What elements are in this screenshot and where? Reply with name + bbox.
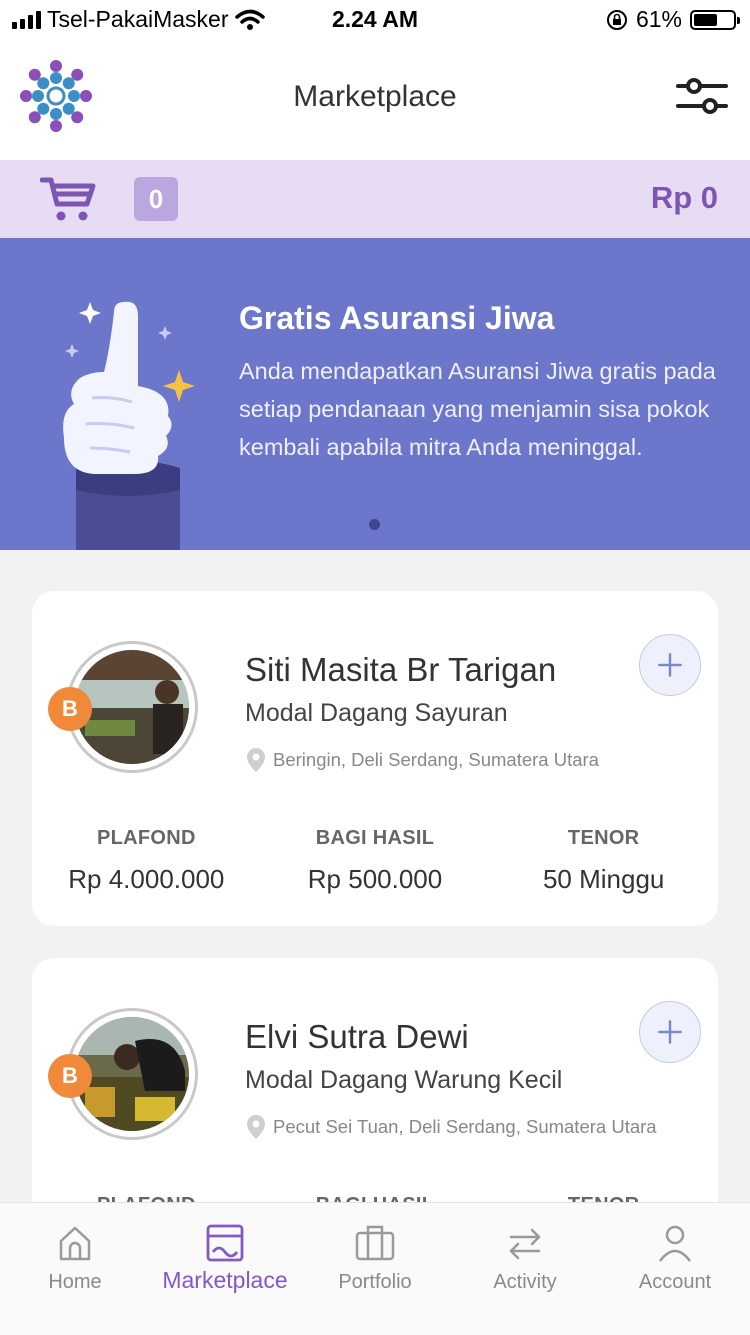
orientation-lock-icon [606, 9, 627, 30]
grade-badge: B [48, 1054, 92, 1098]
add-to-cart-button[interactable] [639, 634, 701, 696]
nav-label: Account [638, 1271, 712, 1293]
stat-value: 50 Minggu [542, 864, 665, 894]
loan-purpose: Modal Dagang Warung Kecil [245, 1066, 563, 1094]
grade-badge: B [48, 687, 92, 731]
nav-label: Activity [493, 1271, 557, 1293]
promo-banner[interactable]: Gratis Asuransi Jiwa Anda mendapatkan As… [0, 238, 750, 550]
cart-bar[interactable]: 0 Rp 0 [0, 160, 750, 238]
location: Beringin, Deli Serdang, Sumatera Utara [245, 747, 599, 773]
loan-card[interactable]: B Siti Masita Br Tarigan Modal Dagang Sa… [32, 591, 718, 926]
battery-icon [690, 9, 740, 30]
nav-item-marketplace[interactable]: Marketplace [150, 1203, 300, 1335]
page-title: Marketplace [293, 80, 457, 113]
home-icon [59, 1226, 91, 1261]
thumbs-up-illustration [63, 301, 195, 550]
location-pin-icon [247, 748, 265, 772]
stat-value: Rp 500.000 [307, 864, 443, 894]
marketplace-icon [206, 1224, 244, 1262]
filter-sliders-icon[interactable] [676, 74, 728, 118]
location-text: Beringin, Deli Serdang, Sumatera Utara [273, 749, 599, 770]
cart-icon[interactable] [40, 174, 96, 224]
stat-label: BAGI HASIL [315, 827, 435, 849]
stat-label: TENOR [567, 827, 640, 849]
arrows-exchange-icon [509, 1228, 541, 1260]
borrower-photo [75, 650, 189, 764]
borrower-photo [75, 1017, 189, 1131]
stat-label: PLAFOND [96, 827, 196, 849]
user-icon [659, 1225, 691, 1262]
bottom-navigation: Home Marketplace Portfolio Activity Acco… [0, 1202, 750, 1335]
nav-label: Home [48, 1271, 102, 1293]
loan-purpose: Modal Dagang Sayuran [245, 699, 508, 727]
borrower-name: Siti Masita Br Tarigan [245, 651, 557, 688]
briefcase-icon [355, 1225, 395, 1261]
banner-title: Gratis Asuransi Jiwa [239, 300, 555, 336]
add-to-cart-button[interactable] [639, 1001, 701, 1063]
app-header: Marketplace [0, 40, 750, 160]
stat-bagi-hasil: BAGI HASIL Rp 500.000 [261, 827, 490, 895]
nav-label: Marketplace [162, 1267, 288, 1293]
carousel-indicator[interactable] [369, 519, 380, 530]
cart-count-badge: 0 [134, 177, 178, 221]
banner-text: Anda mendapatkan Asuransi Jiwa gratis pa… [239, 358, 716, 460]
nav-item-account[interactable]: Account [600, 1203, 750, 1335]
nav-item-home[interactable]: Home [0, 1203, 150, 1335]
location-pin-icon [247, 1115, 265, 1139]
location: Pecut Sei Tuan, Deli Serdang, Sumatera U… [245, 1114, 657, 1140]
nav-label: Portfolio [338, 1271, 412, 1293]
stat-tenor: TENOR 50 Minggu [489, 827, 718, 895]
status-bar: Tsel-PakaiMasker 2.24 AM 61% [0, 0, 750, 40]
stat-value: Rp 4.000.000 [68, 864, 225, 894]
nav-item-activity[interactable]: Activity [450, 1203, 600, 1335]
status-right: 61% [606, 6, 740, 33]
stat-plafond: PLAFOND Rp 4.000.000 [32, 827, 261, 895]
nav-item-portfolio[interactable]: Portfolio [300, 1203, 450, 1335]
battery-percent: 61% [635, 6, 682, 32]
location-text: Pecut Sei Tuan, Deli Serdang, Sumatera U… [273, 1116, 657, 1137]
borrower-name: Elvi Sutra Dewi [245, 1018, 469, 1055]
loan-stats: PLAFOND Rp 4.000.000 BAGI HASIL Rp 500.0… [32, 827, 718, 895]
cart-total: Rp 0 [650, 180, 718, 215]
